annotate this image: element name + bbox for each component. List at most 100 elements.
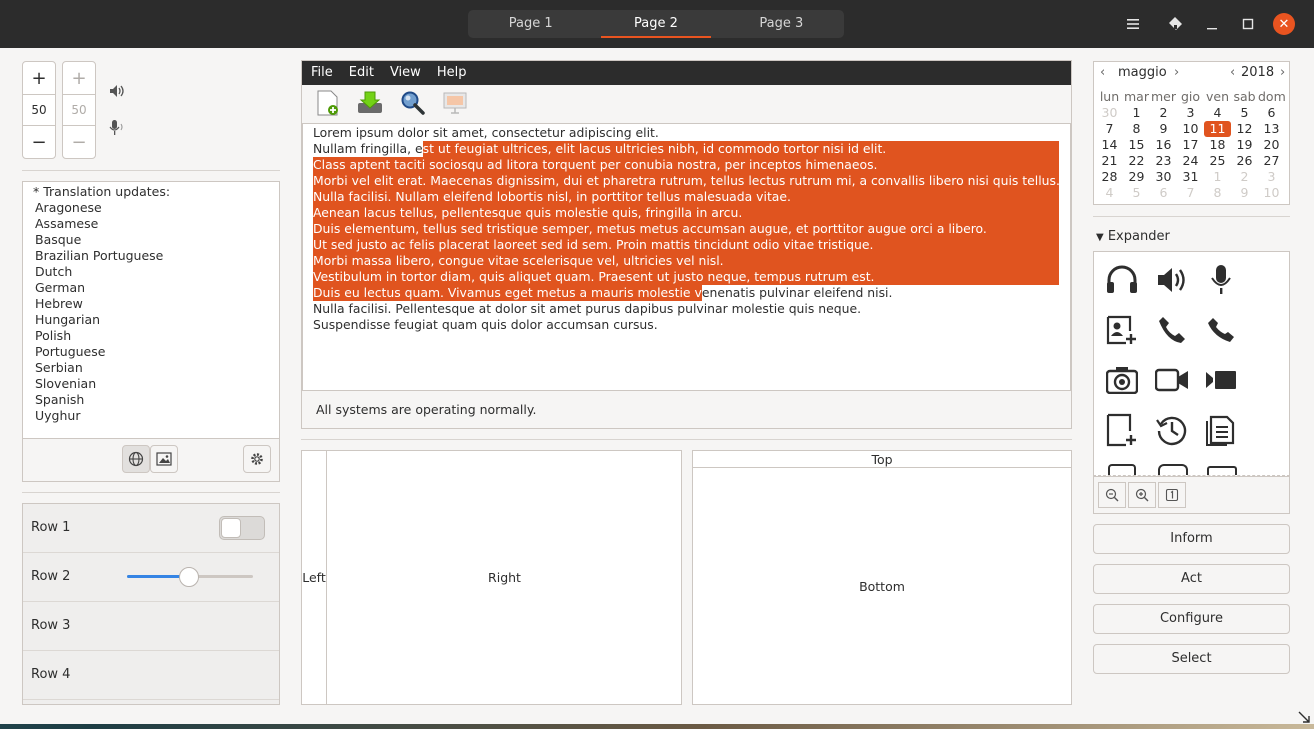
zoom-out-icon[interactable] <box>1098 482 1126 508</box>
calendar-day[interactable]: 28 <box>1096 169 1123 185</box>
calendar-day[interactable]: 13 <box>1258 121 1285 137</box>
calendar-day[interactable]: 7 <box>1177 185 1204 201</box>
tab-page-1[interactable]: Page 1 <box>468 10 593 38</box>
list-row-3[interactable]: Row 3 <box>23 602 279 651</box>
chevron-right-icon[interactable]: › <box>1280 65 1285 80</box>
call-end-icon[interactable] <box>1203 312 1239 348</box>
spin-value-a[interactable]: 50 <box>23 94 55 126</box>
list-item[interactable]: Basque <box>23 232 279 248</box>
calendar-day[interactable]: 8 <box>1123 121 1150 137</box>
search-icon[interactable] <box>400 90 426 116</box>
calendar-day[interactable]: 5 <box>1231 105 1258 121</box>
calendar-day[interactable]: 18 <box>1204 137 1231 153</box>
calendar-day[interactable]: 11 <box>1204 121 1231 137</box>
configure-button[interactable]: Configure <box>1093 604 1290 634</box>
calendar-day[interactable]: 6 <box>1150 185 1177 201</box>
calendar-day[interactable]: 10 <box>1177 121 1204 137</box>
list-item[interactable]: Aragonese <box>23 200 279 216</box>
list-row-2[interactable]: Row 2 <box>23 553 279 602</box>
calendar-day[interactable]: 29 <box>1123 169 1150 185</box>
pane-top[interactable]: Top <box>693 451 1071 468</box>
increment-icon[interactable]: + <box>23 62 55 94</box>
image-icon[interactable] <box>150 445 178 473</box>
inform-button[interactable]: Inform <box>1093 524 1290 554</box>
list-item[interactable]: Spanish <box>23 392 279 408</box>
calendar-day[interactable]: 6 <box>1258 105 1285 121</box>
calendar-day[interactable]: 19 <box>1231 137 1258 153</box>
calendar-day[interactable]: 30 <box>1096 105 1123 121</box>
tab-page-2[interactable]: Page 2 <box>593 10 718 38</box>
calendar-day[interactable]: 25 <box>1204 153 1231 169</box>
calendar-day[interactable]: 10 <box>1258 185 1285 201</box>
text-view[interactable]: Lorem ipsum dolor sit amet, consectetur … <box>302 123 1071 391</box>
gear-icon[interactable] <box>243 445 271 473</box>
icon-view[interactable] <box>1093 251 1290 476</box>
calendar-day[interactable]: 15 <box>1123 137 1150 153</box>
close-icon[interactable]: ✕ <box>1273 13 1295 35</box>
minimize-icon[interactable] <box>1200 12 1224 36</box>
document-new-icon[interactable] <box>1104 412 1140 448</box>
calendar-day[interactable]: 23 <box>1150 153 1177 169</box>
list-item[interactable]: Portuguese <box>23 344 279 360</box>
chevron-left-icon[interactable]: ‹ <box>1100 65 1105 80</box>
document-new-icon[interactable] <box>316 90 340 116</box>
calendar-day[interactable]: 7 <box>1096 121 1123 137</box>
speaker-icon[interactable] <box>1154 262 1190 298</box>
camera-web-icon[interactable] <box>1203 362 1239 398</box>
row-2-slider[interactable] <box>127 567 253 587</box>
act-button[interactable]: Act <box>1093 564 1290 594</box>
calendar-day[interactable]: 26 <box>1231 153 1258 169</box>
list-item[interactable]: Hebrew <box>23 296 279 312</box>
calendar-day[interactable]: 20 <box>1258 137 1285 153</box>
calendar-day[interactable]: 8 <box>1204 185 1231 201</box>
maximize-icon[interactable] <box>1236 12 1260 36</box>
calendar-day[interactable]: 4 <box>1096 185 1123 201</box>
calendar[interactable]: ‹ maggio › ‹ 2018 › lun mar mer gio ven sab do… <box>1093 61 1290 205</box>
menu-icon[interactable] <box>1121 12 1145 36</box>
globe-icon[interactable] <box>122 445 150 473</box>
pane-bottom[interactable]: Bottom <box>693 469 1071 704</box>
chevron-right-icon[interactable]: › <box>1174 65 1179 80</box>
calendar-day[interactable]: 2 <box>1150 105 1177 121</box>
zoom-original-icon[interactable] <box>1158 482 1186 508</box>
call-start-icon[interactable] <box>1154 312 1190 348</box>
camera-video-icon[interactable] <box>1154 362 1190 398</box>
calendar-day[interactable]: 2 <box>1231 169 1258 185</box>
row-1-switch[interactable] <box>219 516 265 540</box>
camera-photo-icon[interactable] <box>1104 362 1140 398</box>
zoom-in-icon[interactable] <box>1128 482 1156 508</box>
resize-grip-icon[interactable] <box>1297 710 1311 724</box>
volume-icon[interactable] <box>109 84 125 98</box>
pane-right[interactable]: Right <box>328 451 681 704</box>
list-item[interactable]: Serbian <box>23 360 279 376</box>
calendar-day[interactable]: 9 <box>1150 121 1177 137</box>
chevron-left-icon[interactable]: ‹ <box>1230 65 1235 80</box>
decrement-icon[interactable]: − <box>23 126 55 158</box>
headphones-icon[interactable] <box>1104 262 1140 298</box>
calendar-day[interactable]: 14 <box>1096 137 1123 153</box>
calendar-day[interactable]: 1 <box>1123 105 1150 121</box>
menu-file[interactable]: File <box>302 61 340 85</box>
list-item[interactable]: Uyghur <box>23 408 279 424</box>
menu-view[interactable]: View <box>381 61 428 85</box>
brush-icon[interactable] <box>1163 12 1187 36</box>
calendar-day[interactable]: 30 <box>1150 169 1177 185</box>
history-icon[interactable] <box>1154 412 1190 448</box>
calendar-day[interactable]: 27 <box>1258 153 1285 169</box>
document-properties-icon[interactable] <box>1203 412 1239 448</box>
download-icon[interactable] <box>357 90 383 114</box>
list-item[interactable]: German <box>23 280 279 296</box>
address-book-new-icon[interactable] <box>1104 312 1140 348</box>
calendar-day[interactable]: 9 <box>1231 185 1258 201</box>
calendar-day[interactable]: 31 <box>1177 169 1204 185</box>
list-row-4[interactable]: Row 4 <box>23 651 279 700</box>
calendar-day[interactable]: 4 <box>1204 105 1231 121</box>
menu-edit[interactable]: Edit <box>340 61 381 85</box>
calendar-day[interactable]: 12 <box>1231 121 1258 137</box>
menu-help[interactable]: Help <box>428 61 474 85</box>
calendar-day[interactable]: 3 <box>1258 169 1285 185</box>
list-item[interactable]: Hungarian <box>23 312 279 328</box>
calendar-day[interactable]: 22 <box>1123 153 1150 169</box>
translation-list[interactable]: * Translation updates: Aragonese Assames… <box>22 181 280 439</box>
slider-knob[interactable] <box>178 567 199 587</box>
